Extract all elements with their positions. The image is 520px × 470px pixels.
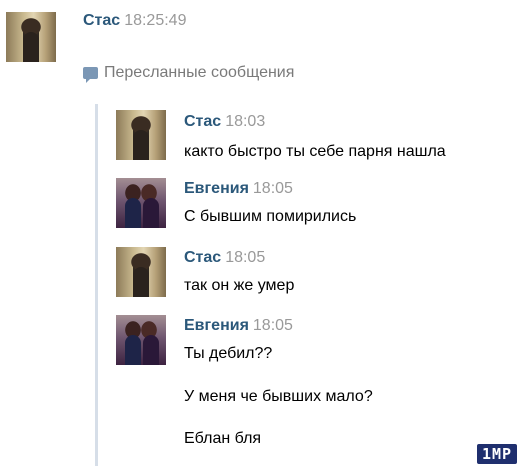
- message-text: так он же умер: [184, 277, 295, 294]
- forwarded-message-author[interactable]: Стас 18:05: [184, 249, 265, 267]
- message-text: С бывшим помирились: [184, 208, 357, 225]
- message-time: 18:05: [252, 180, 293, 197]
- author-name[interactable]: Евгения: [184, 317, 249, 334]
- forwarded-message-author[interactable]: Евгения 18:05: [184, 317, 293, 335]
- author-name[interactable]: Стас: [184, 113, 221, 130]
- avatar[interactable]: [116, 110, 166, 160]
- message-time: 18:05: [225, 249, 266, 266]
- forwarded-label-text: Пересланные сообщения: [104, 64, 295, 81]
- avatar[interactable]: [6, 12, 56, 62]
- message-time: 18:03: [225, 113, 266, 130]
- message-text: Еблан бля: [184, 430, 262, 447]
- message-time: 18:05: [252, 317, 293, 334]
- author-name[interactable]: Стас: [83, 12, 120, 29]
- message-author[interactable]: Стас 18:25:49: [83, 12, 186, 30]
- avatar[interactable]: [116, 178, 166, 228]
- watermark-logo: 1MP: [477, 444, 517, 464]
- avatar[interactable]: [116, 315, 166, 365]
- forwarded-message-author[interactable]: Стас 18:03: [184, 113, 265, 131]
- author-name[interactable]: Стас: [184, 249, 221, 266]
- author-name[interactable]: Евгения: [184, 180, 249, 197]
- avatar[interactable]: [116, 247, 166, 297]
- message-text: У меня че бывших мало?: [184, 388, 373, 405]
- speech-bubble-icon: [83, 67, 98, 83]
- message-text: Ты дебил??: [184, 345, 273, 362]
- forwarded-message-author[interactable]: Евгения 18:05: [184, 180, 293, 198]
- forwarded-messages-label: Пересланные сообщения: [83, 64, 295, 83]
- forwarded-quote-bar: [95, 104, 98, 466]
- message-time: 18:25:49: [124, 12, 187, 29]
- message-text: както быстро ты себе парня нашла: [184, 143, 446, 160]
